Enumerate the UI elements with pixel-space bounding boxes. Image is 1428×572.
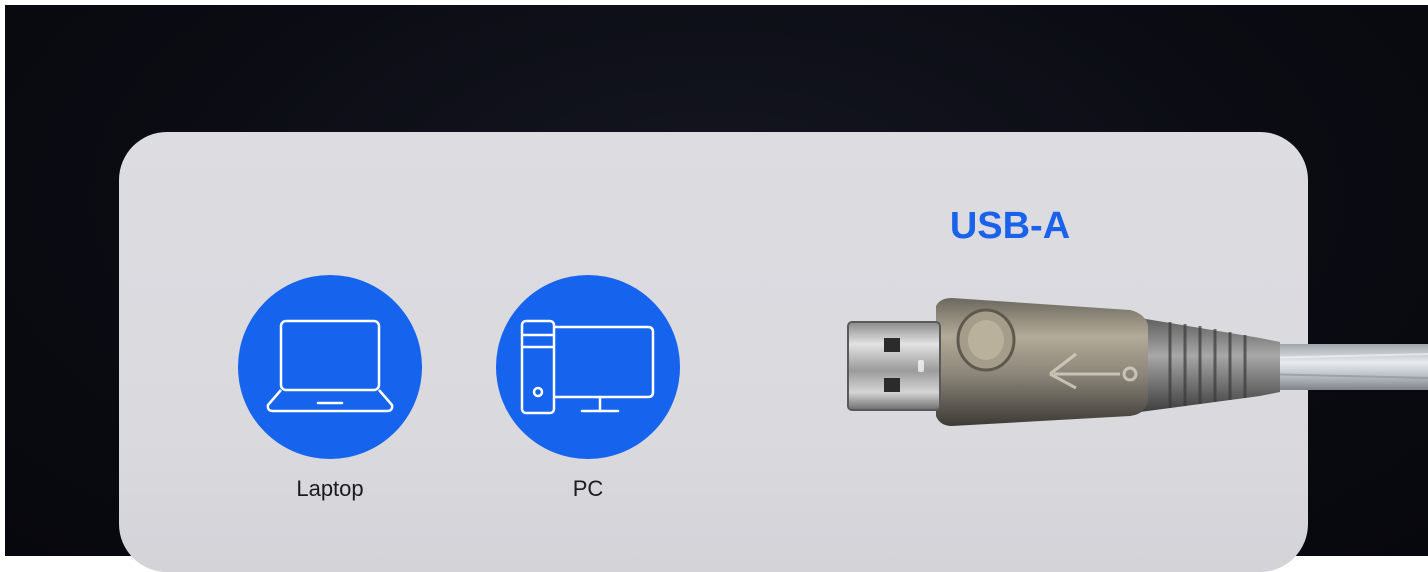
connector-title: USB-A [949,205,1071,247]
usb-a-cable-image [847,298,1428,426]
desktop-pc-icon [520,319,655,415]
page-stage: Laptop PC USB-A [0,0,1428,572]
device-label-pc: PC [572,476,604,501]
laptop-icon-circle [238,275,422,459]
laptop-icon [266,319,394,413]
pc-icon-circle [496,275,680,459]
device-label-laptop: Laptop [296,476,364,501]
